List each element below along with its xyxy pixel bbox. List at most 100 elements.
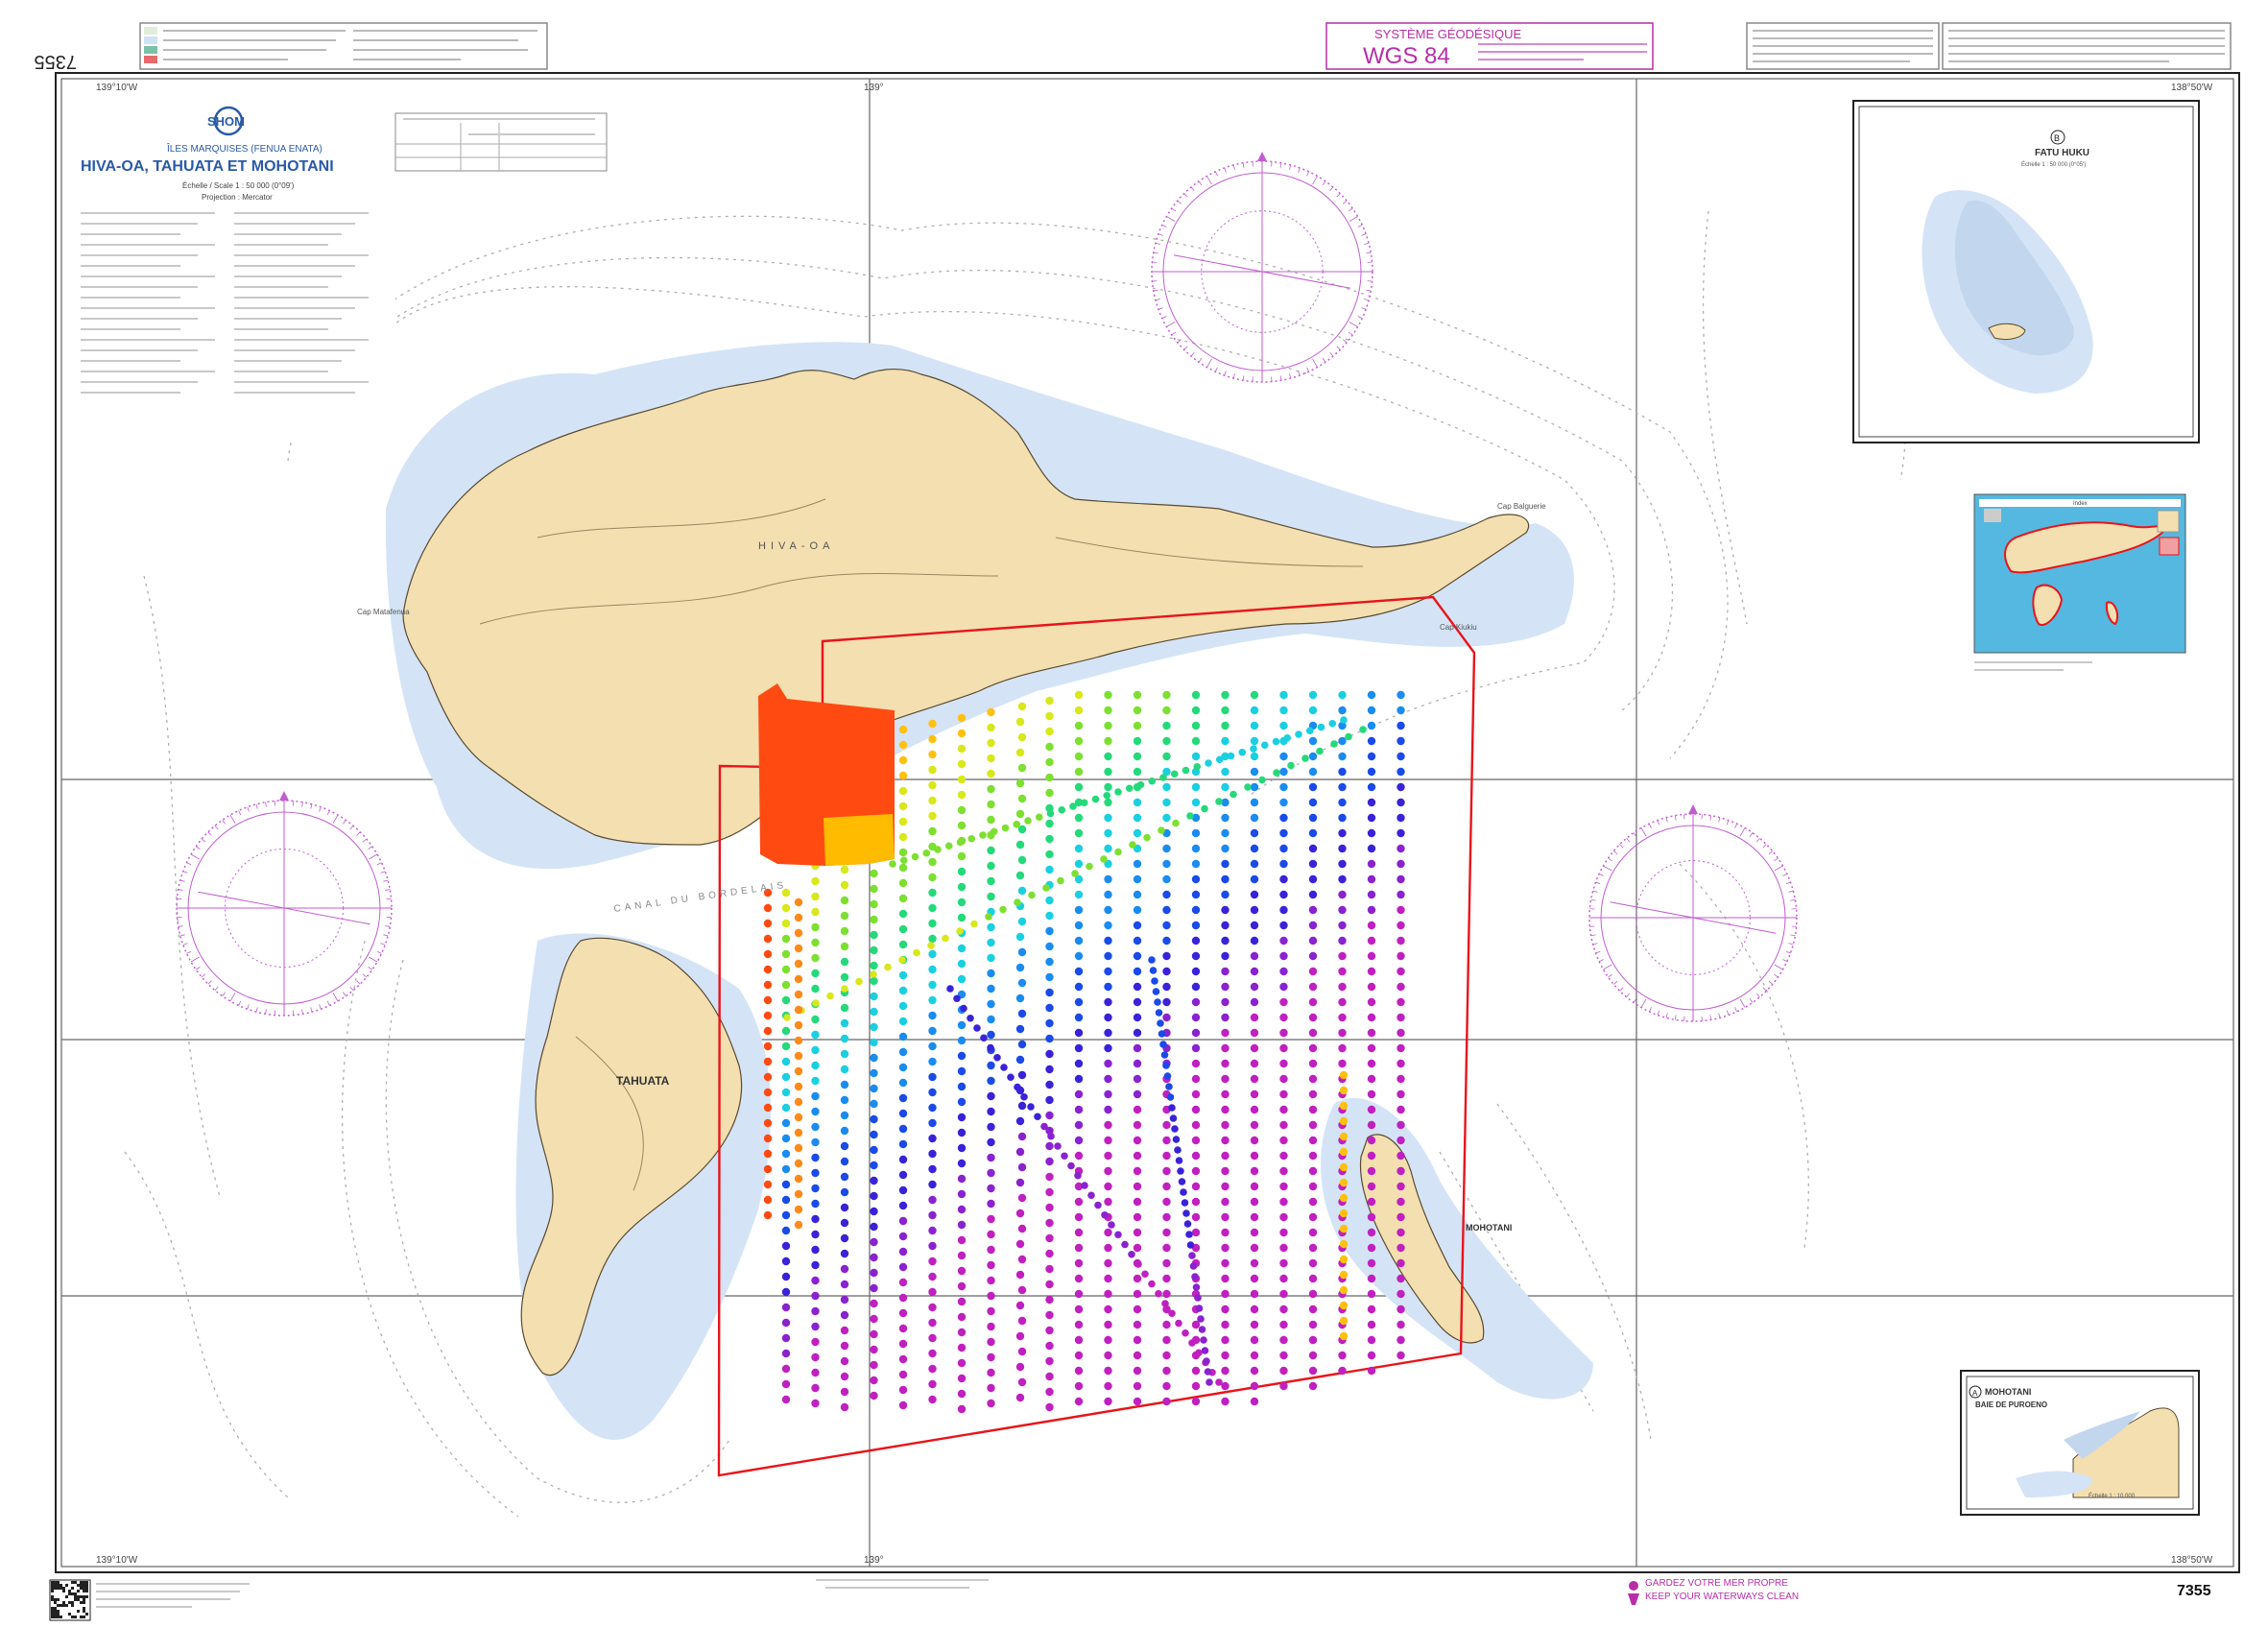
transit-sounding xyxy=(1204,1368,1212,1376)
survey-sounding xyxy=(898,1201,908,1210)
survey-sounding xyxy=(957,1159,967,1168)
transit-sounding xyxy=(1014,898,1021,906)
survey-sounding xyxy=(1133,828,1142,838)
survey-sounding xyxy=(1221,1120,1229,1130)
survey-sounding xyxy=(1074,1351,1084,1360)
survey-sounding xyxy=(1191,1212,1201,1222)
survey-sounding xyxy=(870,869,878,878)
survey-sounding xyxy=(987,723,995,732)
survey-sounding xyxy=(1017,855,1027,865)
survey-sounding xyxy=(1279,1258,1288,1268)
survey-sounding xyxy=(840,1326,849,1335)
survey-sounding xyxy=(1191,721,1201,730)
survey-sounding xyxy=(1045,1356,1054,1366)
survey-sounding xyxy=(957,1297,967,1306)
survey-sounding xyxy=(1133,1397,1142,1406)
survey-sounding xyxy=(1279,721,1288,730)
survey-sounding xyxy=(781,1072,791,1082)
survey-sounding xyxy=(840,1264,849,1274)
survey-sounding xyxy=(898,1370,908,1379)
transit-sounding xyxy=(1143,833,1151,842)
survey-sounding xyxy=(840,1111,849,1120)
survey-sounding xyxy=(1162,1013,1171,1022)
survey-sounding xyxy=(1191,1043,1201,1053)
survey-sounding xyxy=(957,744,967,754)
survey-sounding xyxy=(928,1180,937,1189)
transit-sounding xyxy=(1182,766,1190,775)
survey-sounding xyxy=(1015,1147,1025,1157)
survey-sounding xyxy=(763,965,773,974)
transit-sounding xyxy=(1042,884,1050,892)
survey-sounding xyxy=(898,1385,908,1395)
survey-sounding xyxy=(1133,997,1142,1007)
survey-sounding xyxy=(1308,767,1318,777)
survey-sounding xyxy=(957,790,967,800)
survey-sounding xyxy=(1339,1255,1349,1264)
survey-sounding xyxy=(987,754,995,763)
survey-sounding xyxy=(794,1066,803,1076)
survey-sounding xyxy=(1162,1166,1171,1176)
transit-sounding xyxy=(1159,1041,1167,1048)
survey-sounding xyxy=(1191,782,1201,792)
survey-sounding xyxy=(1367,828,1376,838)
survey-sounding xyxy=(1397,1166,1405,1176)
survey-sounding xyxy=(811,1291,820,1301)
survey-sounding xyxy=(1074,1013,1084,1022)
survey-sounding xyxy=(1133,1136,1142,1145)
transit-sounding xyxy=(1074,1171,1082,1180)
survey-sounding xyxy=(781,1164,791,1174)
survey-sounding xyxy=(1133,1335,1142,1345)
survey-sounding xyxy=(1191,1166,1201,1176)
survey-sounding xyxy=(928,888,937,898)
survey-sounding xyxy=(1308,1335,1318,1345)
lon-left-bottom: 139°10'W xyxy=(96,1555,138,1566)
survey-sounding xyxy=(928,1287,937,1297)
survey-sounding xyxy=(1250,1258,1259,1268)
transit-sounding xyxy=(1195,1349,1203,1357)
survey-sounding xyxy=(1338,997,1347,1007)
survey-sounding xyxy=(840,911,849,921)
survey-sounding xyxy=(1221,844,1229,853)
survey-sounding xyxy=(1250,1059,1259,1068)
survey-sounding xyxy=(1162,736,1171,746)
title-cartouche: SHOM ÎLES MARQUISES (FENUA ENATA) HIVA-O… xyxy=(69,96,395,442)
survey-sounding xyxy=(1015,1116,1025,1126)
survey-sounding xyxy=(1308,1320,1318,1329)
survey-sounding xyxy=(1104,936,1112,946)
survey-sounding xyxy=(957,759,967,769)
transit-sounding xyxy=(927,942,935,949)
survey-sounding xyxy=(840,942,849,951)
survey-sounding xyxy=(898,755,908,765)
survey-sounding xyxy=(1074,721,1084,730)
survey-sounding xyxy=(781,965,791,974)
transit-sounding xyxy=(1200,1336,1207,1344)
survey-sounding xyxy=(1339,1162,1349,1172)
survey-sounding xyxy=(1133,767,1142,777)
survey-sounding xyxy=(1191,1136,1201,1145)
survey-sounding xyxy=(1397,844,1405,853)
transit-sounding xyxy=(1177,1167,1184,1175)
survey-sounding xyxy=(794,974,803,984)
survey-sounding xyxy=(1339,1239,1349,1249)
transit-sounding xyxy=(1024,817,1032,825)
transit-sounding xyxy=(855,977,863,986)
transit-sounding xyxy=(1188,1339,1196,1347)
survey-sounding xyxy=(957,1235,967,1245)
survey-sounding xyxy=(1133,1059,1142,1068)
survey-sounding xyxy=(1191,967,1201,976)
survey-sounding xyxy=(1162,1335,1171,1345)
survey-sounding xyxy=(1133,1074,1142,1084)
survey-sounding xyxy=(1017,1316,1027,1326)
survey-sounding xyxy=(840,1126,849,1136)
survey-sounding xyxy=(1133,1212,1142,1222)
survey-sounding xyxy=(987,861,995,871)
survey-sounding xyxy=(898,986,908,995)
survey-sounding xyxy=(870,1053,878,1063)
transit-sounding xyxy=(1328,719,1337,728)
survey-sounding xyxy=(794,1097,803,1107)
survey-sounding xyxy=(870,1022,878,1032)
survey-sounding xyxy=(840,1018,849,1028)
survey-sounding xyxy=(1308,1366,1318,1376)
survey-sounding xyxy=(1397,721,1405,730)
survey-sounding xyxy=(1308,982,1318,992)
